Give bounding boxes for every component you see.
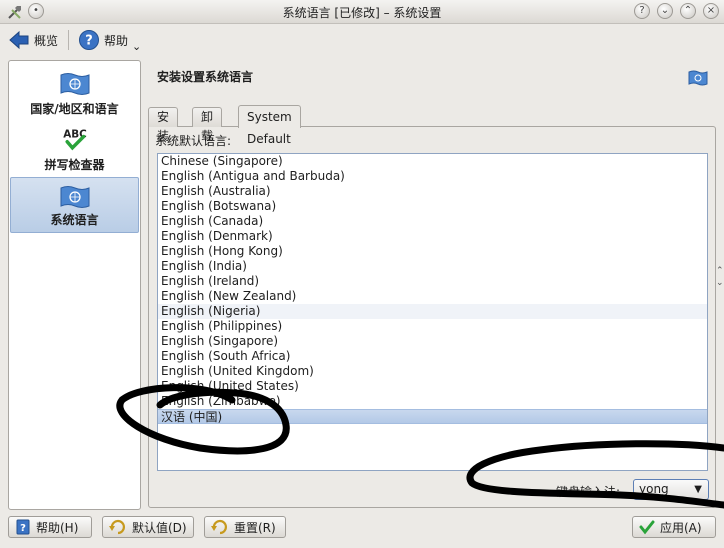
sidebar-item-label: 系统语言 (50, 213, 99, 227)
apply-button[interactable]: 应用(A) (632, 516, 716, 538)
list-item[interactable]: English (Botswana) (158, 199, 707, 214)
list-item-selected[interactable]: 汉语 (中国) (158, 409, 707, 424)
sidebar-item-label: 拼写检查器 (44, 158, 105, 172)
sidebar-item-country-region[interactable]: 国家/地区和语言 (10, 65, 139, 121)
flag-icon (688, 70, 708, 86)
undo-icon (109, 519, 125, 535)
keyboard-input-label: 键盘输入法: (556, 485, 621, 499)
list-item[interactable]: English (New Zealand) (158, 289, 707, 304)
help-label: 帮助 (104, 33, 129, 48)
default-language-label: 系统默认语言: (155, 134, 232, 148)
overview-label: 概览 (34, 33, 59, 48)
help-titlebar-button[interactable]: ? (634, 3, 650, 19)
maximize-button[interactable]: ⌃ (680, 3, 696, 19)
tab-install[interactable]: 安装 (148, 107, 179, 143)
minimize-button[interactable]: ⌄ (657, 3, 673, 19)
tab-uninstall[interactable]: 卸载 (192, 107, 223, 143)
checkmark-icon (639, 520, 655, 535)
back-arrow-icon (9, 30, 29, 50)
page-title: 安装设置系统语言 (157, 70, 254, 84)
help-icon: ? (79, 30, 99, 50)
list-item[interactable]: English (United States) (158, 379, 707, 394)
title-bar: • 系统语言 [已修改] – 系统设置 ? ⌄ ⌃ × (0, 0, 724, 24)
sidebar-item-spellcheck[interactable]: ABC 拼写检查器 (10, 121, 139, 177)
sidebar-item-system-language[interactable]: 系统语言 (10, 177, 139, 233)
list-item[interactable]: English (Antigua and Barbuda) (158, 169, 707, 184)
help-menu-button[interactable]: ? 帮助 ⌄ (78, 27, 141, 53)
reset-button-label: 重置(R) (234, 520, 276, 535)
sidebar-item-label: 国家/地区和语言 (30, 102, 119, 116)
toolbar: 概览 ? 帮助 ⌄ (0, 24, 724, 56)
reset-icon (211, 519, 227, 535)
list-item[interactable]: English (Denmark) (158, 229, 707, 244)
defaults-button[interactable]: 默认值(D) (102, 516, 194, 538)
list-item[interactable]: English (Singapore) (158, 334, 707, 349)
svg-text:?: ? (20, 523, 26, 534)
list-item[interactable]: English (South Africa) (158, 349, 707, 364)
apply-button-label: 应用(A) (660, 520, 702, 535)
list-item[interactable]: English (Zimbabwe) (158, 394, 707, 409)
list-item[interactable]: English (United Kingdom) (158, 364, 707, 379)
spellcheck-icon: ABC (63, 128, 86, 151)
list-item[interactable]: English (India) (158, 259, 707, 274)
language-list[interactable]: Chinese (Singapore) English (Antigua and… (157, 153, 708, 471)
flag-icon (60, 73, 89, 95)
list-item[interactable]: English (Canada) (158, 214, 707, 229)
list-item[interactable]: English (Nigeria) (158, 304, 707, 319)
scroll-down-icon[interactable]: ⌄ (716, 278, 724, 290)
tab-system-default[interactable]: System Default (238, 105, 301, 146)
scroll-up-icon[interactable]: ⌃ (716, 266, 724, 278)
list-item[interactable]: English (Hong Kong) (158, 244, 707, 259)
keyboard-input-value: yong (639, 482, 669, 496)
close-button[interactable]: × (703, 3, 719, 19)
flag-icon (60, 186, 89, 208)
help-button[interactable]: ? 帮助(H) (8, 516, 92, 538)
list-item[interactable]: English (Ireland) (158, 274, 707, 289)
overview-button[interactable]: 概览 (8, 27, 58, 53)
keyboard-input-select[interactable]: yong ▼ (633, 479, 709, 500)
defaults-button-label: 默认值(D) (132, 520, 187, 535)
toolbar-separator (68, 30, 69, 50)
help-book-icon: ? (16, 519, 30, 535)
reset-button[interactable]: 重置(R) (204, 516, 286, 538)
list-item[interactable]: English (Philippines) (158, 319, 707, 334)
window-title: 系统语言 [已修改] – 系统设置 (282, 6, 442, 20)
chevron-down-icon: ⌄ (132, 39, 142, 53)
chevron-down-icon: ▼ (694, 484, 702, 495)
list-item[interactable]: English (Australia) (158, 184, 707, 199)
list-item[interactable]: Chinese (Singapore) (158, 154, 707, 169)
svg-text:?: ? (85, 34, 93, 49)
category-sidebar: 国家/地区和语言 ABC 拼写检查器 系统语言 (8, 60, 141, 510)
help-button-label: 帮助(H) (36, 520, 79, 535)
